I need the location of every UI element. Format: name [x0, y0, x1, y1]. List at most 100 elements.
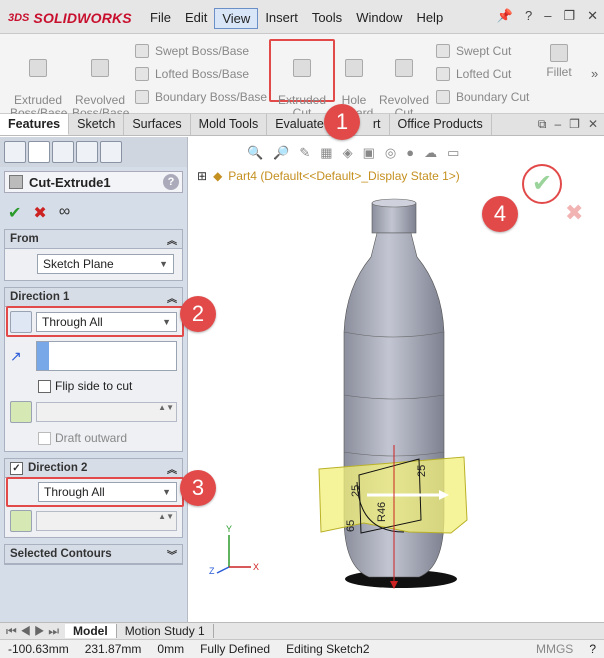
callout-marker-3: 3	[180, 470, 216, 506]
tab-features[interactable]: Features	[0, 114, 70, 135]
cancel-x-icon[interactable]: ✖	[33, 203, 46, 223]
tab-mold-tools[interactable]: Mold Tools	[191, 114, 268, 135]
restore-icon[interactable]: ❐	[563, 8, 575, 24]
direction-vector-field[interactable]	[36, 341, 177, 371]
revolved-cut-button[interactable]: Revolved Cut	[378, 46, 430, 120]
tab-nav-arrows-icon[interactable]: ⏮ ◀ ▶ ⏭	[0, 624, 65, 639]
fillet-button[interactable]: Fillet	[543, 44, 575, 79]
feature-title: Cut-Extrude1 ?	[4, 171, 183, 193]
selected-contours-section: Selected Contours ︾	[4, 544, 183, 565]
direction1-header[interactable]: Direction 1 ︽	[5, 288, 182, 307]
dimxpert-tab-icon[interactable]	[76, 141, 98, 163]
draft-outward-checkbox[interactable]	[38, 431, 51, 445]
command-tabs: Features Sketch Surfaces Mold Tools Eval…	[0, 114, 604, 136]
draft-toggle-icon[interactable]	[10, 510, 32, 532]
revolved-cut-icon	[395, 59, 413, 77]
pin-icon[interactable]: 📌	[497, 8, 513, 24]
property-manager-tab-icon[interactable]	[28, 141, 50, 163]
menu-help[interactable]: Help	[409, 8, 450, 29]
extruded-cut-icon	[293, 59, 311, 77]
from-select[interactable]: Sketch Plane ▼	[37, 254, 174, 274]
bottom-tabs: ⏮ ◀ ▶ ⏭ Model Motion Study 1	[0, 622, 604, 639]
lofted-boss-button[interactable]: Lofted Boss/Base	[135, 67, 249, 81]
flip-side-checkbox[interactable]	[38, 379, 51, 393]
callout-marker-1: 1	[324, 104, 360, 140]
extruded-boss-button[interactable]: Extruded Boss/Base	[10, 46, 67, 120]
feature-manager-tab-icon[interactable]	[4, 141, 26, 163]
menu-insert[interactable]: Insert	[258, 8, 305, 29]
selected-contours-header[interactable]: Selected Contours ︾	[5, 545, 182, 564]
svg-text:25: 25	[350, 485, 362, 497]
tab-surfaces[interactable]: Surfaces	[124, 114, 191, 135]
tab-office-products[interactable]: Office Products	[390, 114, 492, 135]
lofted-cut-button[interactable]: Lofted Cut	[436, 67, 511, 81]
collapse-chevron-icon: ︽	[167, 293, 177, 305]
title-bar: 3DS SOLIDWORKS File Edit View Insert Too…	[0, 0, 604, 34]
graphics-area[interactable]: 🔍 🔎 ✎ ▦ ◈ ▣ ◎ ● ☁ ▭ ⊞ ◆ Part4 (Default<<…	[189, 137, 604, 622]
svg-text:Y: Y	[226, 524, 232, 534]
lofted-boss-icon	[135, 67, 149, 81]
revolved-boss-icon	[91, 59, 109, 77]
configuration-manager-tab-icon[interactable]	[52, 141, 74, 163]
menu-window[interactable]: Window	[349, 8, 409, 29]
tab-motion-study[interactable]: Motion Study 1	[117, 624, 214, 638]
menu-tools[interactable]: Tools	[305, 8, 349, 29]
panel-tabs	[0, 137, 187, 167]
model-view: 25 R46 25 65 Y X Z	[209, 198, 468, 589]
draft-angle-spinner[interactable]: ▲▼	[36, 511, 177, 531]
extruded-cut-button[interactable]: Extruded Cut	[273, 46, 331, 120]
bottle-cap	[371, 202, 417, 234]
from-header[interactable]: From ︽	[5, 230, 182, 249]
boundary-boss-button[interactable]: Boundary Boss/Base	[135, 90, 267, 104]
direction2-header[interactable]: ✓ Direction 2 ︽	[5, 459, 182, 478]
pane-controls: ⧉ – ❐ ✕	[532, 114, 604, 135]
menu-bar: File Edit View Insert Tools Window Help	[143, 8, 450, 29]
draft-angle-spinner[interactable]: ▲▼	[36, 402, 177, 422]
svg-text:R46: R46	[376, 502, 388, 522]
tab-evaluate[interactable]: Evaluate	[267, 114, 333, 135]
menu-edit[interactable]: Edit	[178, 8, 214, 29]
pane-expand-icon[interactable]: ⧉	[538, 117, 547, 132]
menu-file[interactable]: File	[143, 8, 178, 29]
property-manager-panel: Cut-Extrude1 ? ✔ ✖ ∞ From ︽ Sketch Plane ▼…	[0, 137, 188, 622]
hole-wizard-icon	[345, 59, 363, 77]
minimize-icon[interactable]: –	[544, 8, 551, 24]
fillet-icon	[550, 44, 568, 62]
boundary-cut-icon	[436, 90, 450, 104]
tab-model[interactable]: Model	[65, 624, 117, 638]
direction2-checkbox[interactable]: ✓	[10, 461, 23, 475]
pane-minimize-icon[interactable]: –	[554, 117, 561, 132]
from-section: From ︽ Sketch Plane ▼	[4, 229, 183, 281]
status-z: 0mm	[157, 642, 185, 656]
svg-text:Z: Z	[209, 566, 215, 576]
svg-text:65: 65	[345, 520, 357, 532]
cut-extrude-icon	[9, 175, 23, 189]
help-button[interactable]: ?	[163, 174, 179, 190]
pane-close-icon[interactable]: ✕	[588, 117, 598, 132]
menu-view[interactable]: View	[214, 8, 259, 29]
direction1-section: Direction 1 ︽ Through All ▼ ↗ Flip side to…	[4, 287, 184, 452]
collapse-chevron-icon: ︽	[167, 464, 177, 476]
display-manager-tab-icon[interactable]	[100, 141, 122, 163]
tab-sketch[interactable]: Sketch	[69, 114, 125, 135]
status-help-icon[interactable]: ?	[581, 642, 604, 656]
revolved-boss-button[interactable]: Revolved Boss/Base	[72, 46, 129, 120]
close-icon[interactable]: ✕	[587, 8, 598, 24]
ds-logo-icon: 3DS	[8, 12, 30, 24]
draft-toggle-icon[interactable]	[10, 401, 32, 423]
collapse-chevron-icon: ︽	[167, 235, 177, 247]
boundary-cut-button[interactable]: Boundary Cut	[436, 90, 529, 104]
status-y: 231.87mm	[84, 642, 142, 656]
ok-checkmark-icon[interactable]: ✔	[8, 203, 21, 223]
status-x: -100.63mm	[8, 642, 69, 656]
status-units[interactable]: MMGS	[528, 642, 581, 656]
help-icon[interactable]: ?	[525, 8, 532, 24]
pane-restore-icon[interactable]: ❐	[569, 117, 580, 132]
extruded-boss-icon	[29, 59, 47, 77]
action-buttons: ✔ ✖ ∞	[0, 197, 187, 229]
ribbon-more-chevron-icon[interactable]: »	[591, 66, 598, 81]
swept-cut-button[interactable]: Swept Cut	[436, 44, 511, 58]
lofted-cut-icon	[436, 67, 450, 81]
swept-boss-button[interactable]: Swept Boss/Base	[135, 44, 249, 58]
preview-glasses-icon[interactable]: ∞	[59, 203, 70, 223]
